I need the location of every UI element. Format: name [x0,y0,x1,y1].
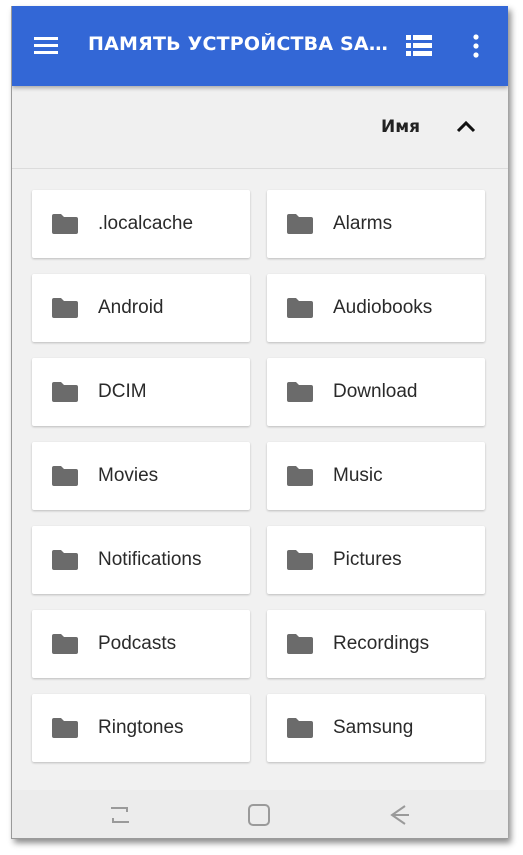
folder-icon [52,634,78,654]
folder-card[interactable]: Music [267,442,485,510]
folder-card[interactable]: Alarms [267,190,485,258]
page-title: ПАМЯТЬ УСТРОЙСТВА SAMSUNG [88,33,388,55]
folder-name: Recordings [333,633,430,654]
folder-card[interactable]: Download [267,358,485,426]
folder-card[interactable]: Recordings [267,610,485,678]
app-bar: ПАМЯТЬ УСТРОЙСТВА SAMSUNG [12,6,508,86]
folder-card[interactable]: Notifications [32,526,250,594]
folder-icon [287,634,313,654]
folder-card[interactable]: Android [32,274,250,342]
folder-name: Ringtones [98,717,184,738]
folder-icon [52,466,78,486]
folder-name: Podcasts [98,633,177,654]
folder-name: Movies [98,465,159,486]
back-icon[interactable] [385,802,411,828]
more-vert-icon[interactable] [468,32,484,60]
home-icon[interactable] [246,802,272,828]
folder-card[interactable]: .localcache [32,190,250,258]
folder-icon [287,382,313,402]
folder-name: Pictures [333,549,402,570]
folder-name: Download [333,381,418,402]
folder-icon [52,298,78,318]
folder-icon [52,382,78,402]
folder-card[interactable]: DCIM [32,358,250,426]
sort-by-name-button[interactable]: Имя [381,117,420,137]
hamburger-menu-icon[interactable] [32,32,60,60]
folder-name: DCIM [98,381,147,402]
folder-name: Notifications [98,549,202,570]
folder-card[interactable]: Movies [32,442,250,510]
folder-name: Music [333,465,383,486]
folder-name: Samsung [333,717,414,738]
folder-icon [287,214,313,234]
folder-card[interactable]: Podcasts [32,610,250,678]
list-view-icon[interactable] [405,33,433,59]
folder-icon [52,718,78,738]
folder-name: .localcache [98,213,194,234]
folder-name: Alarms [333,213,393,234]
folder-icon [287,550,313,570]
folder-card[interactable]: Audiobooks [267,274,485,342]
folder-name: Android [98,297,164,318]
folder-card[interactable]: Samsung [267,694,485,762]
system-nav-bar [12,790,508,838]
folder-icon [52,214,78,234]
chevron-up-icon[interactable] [454,116,478,136]
folder-icon [52,550,78,570]
folder-name: Audiobooks [333,297,433,318]
phone-screen: ПАМЯТЬ УСТРОЙСТВА SAMSUNG Имя .localcach… [11,6,508,839]
folder-icon [287,298,313,318]
folder-icon [287,718,313,738]
folder-icon [287,466,313,486]
recent-apps-icon[interactable] [107,802,133,828]
folder-card[interactable]: Ringtones [32,694,250,762]
folder-card[interactable]: Pictures [267,526,485,594]
sort-bar: Имя [12,86,508,169]
